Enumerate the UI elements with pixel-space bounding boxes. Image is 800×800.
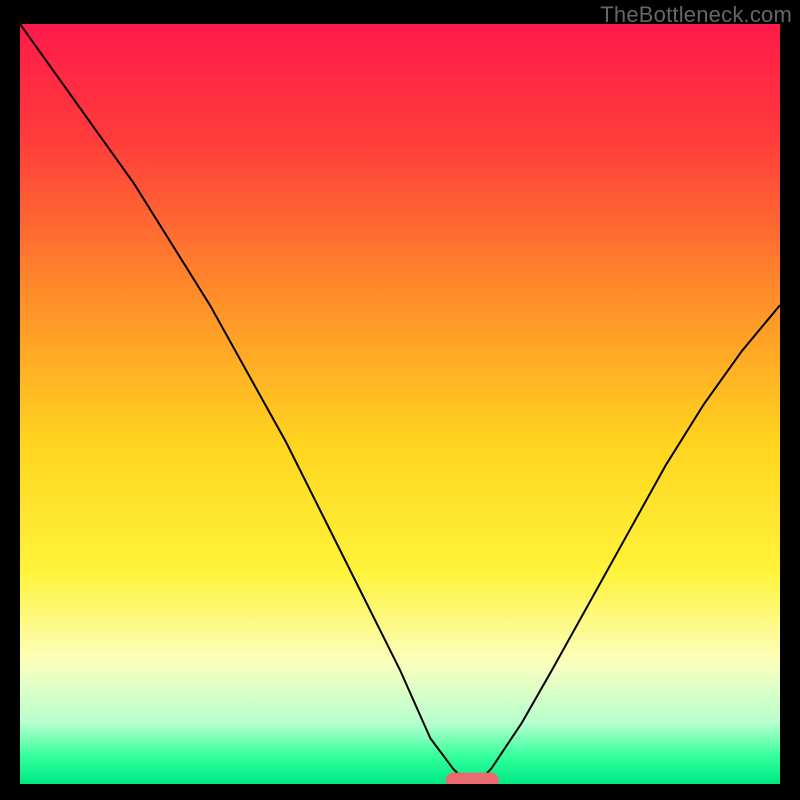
bottleneck-chart bbox=[20, 24, 780, 784]
sweet-spot-marker bbox=[446, 773, 499, 784]
chart-frame: TheBottleneck.com bbox=[0, 0, 800, 800]
chart-svg bbox=[20, 24, 780, 784]
watermark-label: TheBottleneck.com bbox=[600, 2, 792, 28]
